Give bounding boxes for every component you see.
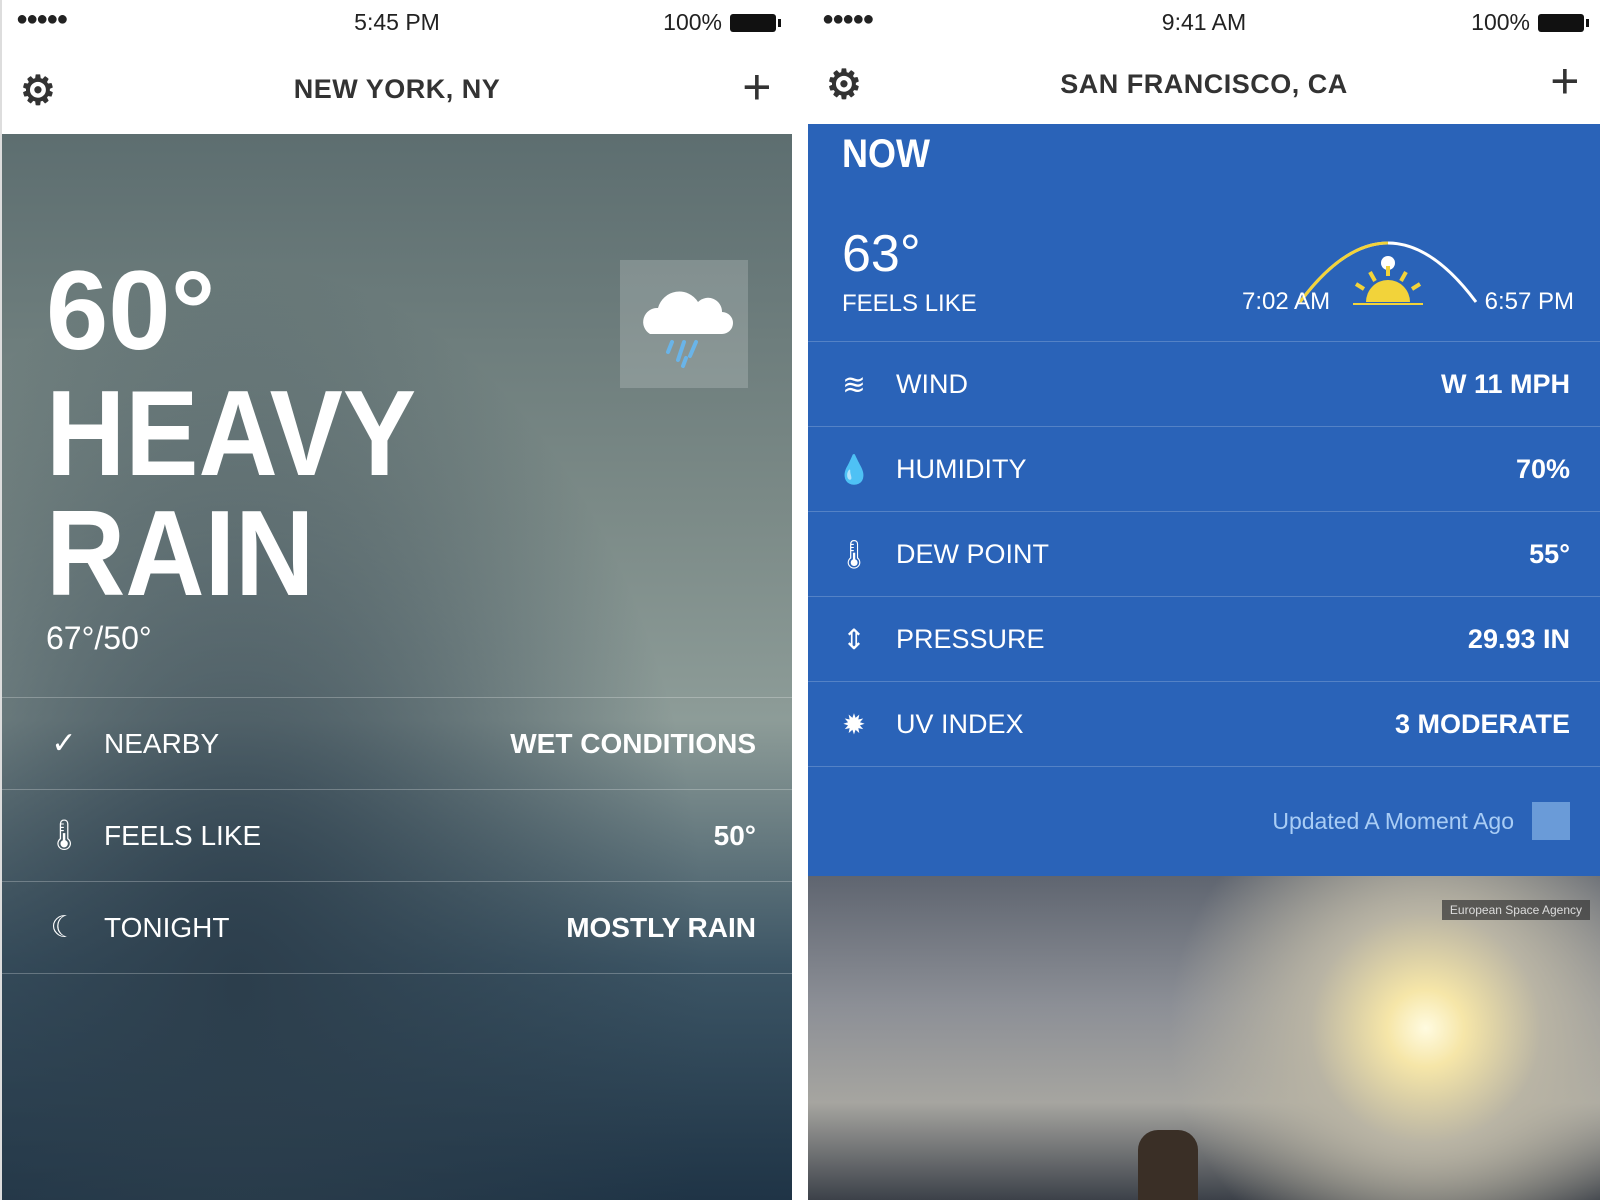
row-value: 70% <box>1515 453 1570 484</box>
divider <box>2 973 792 974</box>
person-silhouette <box>1138 1130 1198 1200</box>
sun-burst-icon: ✹ <box>842 708 866 740</box>
battery-percent: 100% <box>1471 9 1530 35</box>
thermometer-icon: 🌡 <box>836 538 872 570</box>
status-bar: ●●●●● 9:41 AM 100% <box>808 0 1600 44</box>
droplet-icon: 💧 <box>836 453 872 485</box>
row-humidity[interactable]: 💧 HUMIDITY 70% <box>808 426 1600 511</box>
new-york-screen: ●●●●● 5:45 PM 100% ⚙ NEW YORK, NY + 60° … <box>0 0 792 1200</box>
row-value: 55° <box>1529 538 1570 569</box>
row-value: 29.93 IN <box>1467 623 1570 654</box>
divider <box>808 766 1600 767</box>
updated-text: Updated A Moment Ago <box>1272 808 1514 834</box>
sunset-time: 6:57 PM <box>1484 288 1574 315</box>
gear-icon[interactable]: ⚙ <box>20 68 56 114</box>
battery-percent: 100% <box>663 9 722 35</box>
row-label: DEW POINT <box>896 538 1049 569</box>
moon-icon: ☾ <box>50 911 78 944</box>
sun-icon <box>1353 266 1423 305</box>
row-value: MOSTLY RAIN <box>566 911 756 943</box>
san-francisco-screen: ●●●●● 9:41 AM 100% ⚙ SAN FRANCISCO, CA +… <box>808 0 1600 1200</box>
status-bar: ●●●●● 5:45 PM 100% <box>2 0 792 44</box>
location-title[interactable]: SAN FRANCISCO, CA <box>1060 69 1348 100</box>
feels-like-label: FEELS LIKE <box>842 290 977 317</box>
row-value: 50° <box>713 819 756 851</box>
row-nearby[interactable]: ✓ NEARBY WET CONDITIONS <box>2 697 792 789</box>
pressure-icon: ⇕ <box>842 623 866 655</box>
condition-line2: RAIN <box>46 485 315 621</box>
header: ⚙ NEW YORK, NY + <box>2 44 792 134</box>
battery-icon <box>1538 13 1589 32</box>
row-label: FEELS LIKE <box>104 819 262 851</box>
photo-credit: European Space Agency <box>1441 900 1590 920</box>
row-label: WIND <box>896 368 968 399</box>
check-badge-icon: ✓ <box>51 727 77 760</box>
gear-icon[interactable]: ⚙ <box>826 62 862 108</box>
details-card: NOW 63° FEELS LIKE 7:02 AM 6:57 PM ≋ WIND… <box>808 124 1600 876</box>
row-label: UV INDEX <box>896 708 1024 739</box>
row-label: PRESSURE <box>896 623 1045 654</box>
condition-line1: HEAVY <box>46 365 417 501</box>
now-temp: 63° <box>842 225 921 283</box>
row-dew-point[interactable]: 🌡 DEW POINT 55° <box>808 511 1600 596</box>
location-title[interactable]: NEW YORK, NY <box>294 74 501 105</box>
row-pressure[interactable]: ⇕ PRESSURE 29.93 IN <box>808 596 1600 681</box>
battery-icon <box>730 13 781 32</box>
wind-icon: ≋ <box>842 368 866 400</box>
sunrise-time: 7:02 AM <box>1242 288 1331 315</box>
battery: 100% <box>1471 9 1589 36</box>
row-value: 3 MODERATE <box>1394 708 1570 739</box>
battery: 100% <box>663 9 781 36</box>
row-label: HUMIDITY <box>896 453 1027 484</box>
row-feels-like[interactable]: 🌡 FEELS LIKE 50° <box>2 789 792 881</box>
photo-background: European Space Agency <box>808 876 1600 1200</box>
cloud-rain-icon <box>620 260 748 388</box>
row-uv-index[interactable]: ✹ UV INDEX 3 MODERATE <box>808 681 1600 766</box>
row-label: TONIGHT <box>104 911 230 943</box>
plus-icon[interactable]: + <box>1550 52 1580 110</box>
weather-channel-logo <box>1532 802 1570 840</box>
header: ⚙ SAN FRANCISCO, CA + <box>808 44 1600 124</box>
thermometer-icon: 🌡 <box>44 819 84 852</box>
row-wind[interactable]: ≋ WIND W 11 MPH <box>808 341 1600 426</box>
current-temp: 60° <box>46 248 216 373</box>
row-value: W 11 MPH <box>1440 368 1570 399</box>
row-value: WET CONDITIONS <box>510 727 756 759</box>
now-heading: NOW <box>842 132 930 176</box>
row-tonight[interactable]: ☾ TONIGHT MOSTLY RAIN <box>2 881 792 973</box>
row-label: NEARBY <box>104 727 220 759</box>
hi-lo: 67°/50° <box>46 620 152 656</box>
plus-icon[interactable]: + <box>742 58 772 116</box>
